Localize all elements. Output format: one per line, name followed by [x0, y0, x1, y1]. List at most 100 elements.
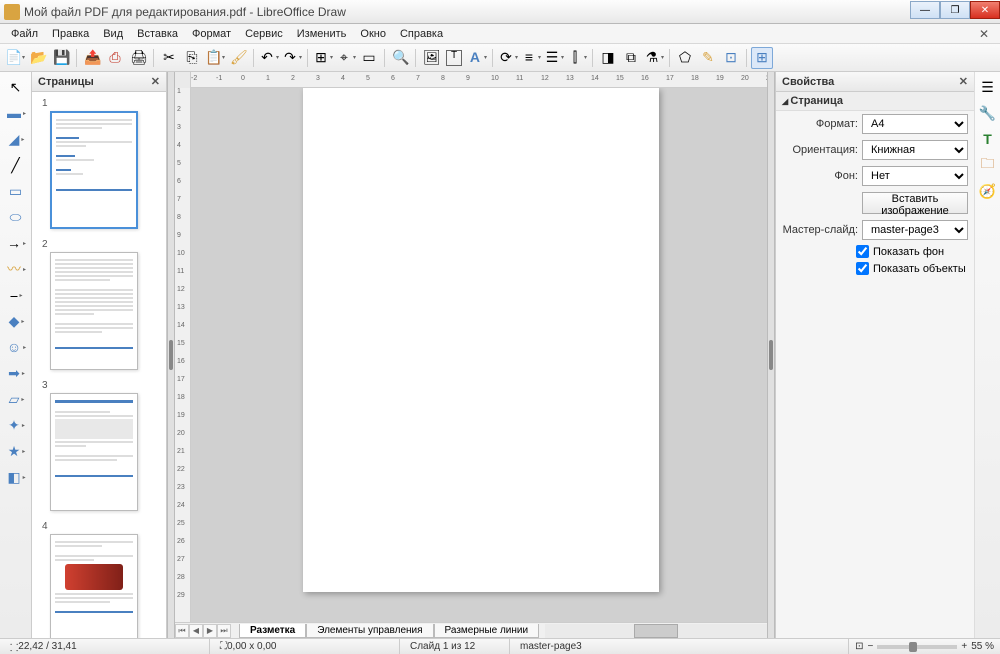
fill-color-tool[interactable]: ▬ — [4, 102, 28, 124]
background-select[interactable]: Нет — [862, 166, 968, 186]
line-color-tool[interactable]: ◢ — [4, 128, 28, 150]
extrusion-button[interactable]: ⬠ — [674, 47, 696, 69]
distribute-button[interactable]: ⫿ — [566, 47, 588, 69]
canvas[interactable] — [191, 88, 767, 622]
ellipse-tool[interactable]: ⬭ — [4, 206, 28, 228]
master-label: Мастер-слайд: — [782, 224, 858, 236]
pages-panel-close-icon[interactable]: ✕ — [151, 75, 160, 88]
paste-button[interactable]: 📋 — [204, 47, 226, 69]
menu-file[interactable]: Файл — [4, 26, 45, 42]
menu-tools[interactable]: Сервис — [238, 26, 290, 42]
maximize-button[interactable]: ❐ — [940, 1, 970, 19]
close-button[interactable]: ✕ — [970, 1, 1000, 19]
scrollbar-horizontal[interactable] — [545, 624, 767, 638]
properties-panel-close-icon[interactable]: ✕ — [959, 75, 968, 88]
canvas-area: -2-1012345678910111213141516171819202122… — [175, 72, 767, 638]
app-icon — [4, 4, 20, 20]
shadow-button[interactable]: ◨ — [597, 47, 619, 69]
arrange-button[interactable]: ☰ — [543, 47, 565, 69]
nav-first[interactable]: ⏮ — [175, 624, 189, 638]
edit-points-button[interactable]: ✎ — [697, 47, 719, 69]
menu-view[interactable]: Вид — [96, 26, 130, 42]
page-canvas[interactable] — [303, 88, 659, 592]
show-draw-functions-button[interactable]: ⊞ — [751, 47, 773, 69]
sidebar-navigator-icon[interactable]: 🧭 — [976, 180, 1000, 202]
textbox-button[interactable]: T — [443, 47, 465, 69]
crop-button[interactable]: ⧉ — [620, 47, 642, 69]
page-thumb-2[interactable]: 2 — [36, 239, 162, 370]
zoom-in-icon[interactable]: + — [961, 641, 967, 652]
zoom-slider[interactable] — [877, 645, 957, 649]
menu-insert[interactable]: Вставка — [130, 26, 185, 42]
section-page[interactable]: Страница — [776, 92, 974, 111]
menu-window[interactable]: Окно — [353, 26, 393, 42]
show-background-checkbox[interactable]: Показать фон — [856, 243, 974, 260]
stars-tool[interactable]: ★ — [4, 440, 28, 462]
page-thumb-3[interactable]: 3 — [36, 380, 162, 511]
connector-tool[interactable]: ⎯ — [4, 284, 28, 306]
menu-edit[interactable]: Правка — [45, 26, 96, 42]
callout-tool[interactable]: ✦ — [4, 414, 28, 436]
snap-button[interactable]: ⌖ — [335, 47, 357, 69]
zoom-fit-icon[interactable]: ⊡ — [855, 641, 863, 652]
nav-prev[interactable]: ◀ — [189, 624, 203, 638]
export-pdf-button[interactable]: ⎙ — [104, 47, 126, 69]
image-button[interactable]: 🖼 — [420, 47, 442, 69]
cut-button[interactable]: ✂ — [158, 47, 180, 69]
copy-button[interactable]: ⎘ — [181, 47, 203, 69]
menu-help[interactable]: Справка — [393, 26, 450, 42]
show-objects-checkbox[interactable]: Показать объекты — [856, 260, 974, 277]
nav-next[interactable]: ▶ — [203, 624, 217, 638]
minimize-button[interactable]: — — [910, 1, 940, 19]
splitter-right[interactable] — [767, 72, 775, 638]
tab-layout[interactable]: Разметка — [239, 624, 306, 638]
glue-points-button[interactable]: ⊡ — [720, 47, 742, 69]
flowchart-tool[interactable]: ▱ — [4, 388, 28, 410]
menu-format[interactable]: Формат — [185, 26, 238, 42]
status-slide: Слайд 1 из 12 — [400, 639, 510, 654]
orientation-select[interactable]: Книжная — [862, 140, 968, 160]
master-select[interactable]: master-page3 — [862, 220, 968, 240]
page-thumb-1[interactable]: 1 — [36, 98, 162, 229]
select-tool[interactable]: ↖ — [4, 76, 28, 98]
save-button[interactable]: 💾 — [50, 47, 72, 69]
sidebar-styles-icon[interactable]: T — [976, 128, 1000, 150]
toolbar: 📄 📂 💾 📤 ⎙ 🖨 ✂ ⎘ 📋 🖌 ↶ ↷ ⊞ ⌖ ▭ 🔍 🖼 T A ⟳ … — [0, 44, 1000, 72]
arrow-tool[interactable]: → — [4, 232, 28, 254]
block-arrows-tool[interactable]: ➡ — [4, 362, 28, 384]
format-select[interactable]: A4 — [862, 114, 968, 134]
grid-button[interactable]: ⊞ — [312, 47, 334, 69]
tab-dimlines[interactable]: Размерные линии — [434, 624, 540, 638]
zoom-control[interactable]: ⊡ − + 55 % — [849, 641, 1000, 652]
clone-button[interactable]: 🖌 — [227, 47, 249, 69]
3d-tool[interactable]: ◧ — [4, 466, 28, 488]
menu-modify[interactable]: Изменить — [290, 26, 354, 42]
new-button[interactable]: 📄 — [4, 47, 26, 69]
open-button[interactable]: 📂 — [27, 47, 49, 69]
fontwork-button[interactable]: A — [466, 47, 488, 69]
splitter-left[interactable] — [167, 72, 175, 638]
insert-image-button[interactable]: Вставить изображение — [862, 192, 968, 214]
align-button[interactable]: ≡ — [520, 47, 542, 69]
redo-button[interactable]: ↷ — [281, 47, 303, 69]
export-button[interactable]: 📤 — [81, 47, 103, 69]
undo-button[interactable]: ↶ — [258, 47, 280, 69]
sidebar-properties-icon[interactable]: 🔧 — [976, 102, 1000, 124]
basic-shapes-tool[interactable]: ◆ — [4, 310, 28, 332]
helplines-button[interactable]: ▭ — [358, 47, 380, 69]
rotate-button[interactable]: ⟳ — [497, 47, 519, 69]
tab-controls[interactable]: Элементы управления — [306, 624, 433, 638]
nav-last[interactable]: ⏭ — [217, 624, 231, 638]
filter-button[interactable]: ⚗ — [643, 47, 665, 69]
document-close-icon[interactable]: ✕ — [972, 25, 996, 43]
rect-tool[interactable]: ▭ — [4, 180, 28, 202]
line-tool[interactable]: ╱ — [4, 154, 28, 176]
zoom-button[interactable]: 🔍 — [389, 47, 411, 69]
sidebar-settings-icon[interactable]: ☰ — [976, 76, 1000, 98]
sidebar-gallery-icon[interactable]: 🗀 — [976, 154, 1000, 176]
curve-tool[interactable]: 〰 — [4, 258, 28, 280]
symbol-shapes-tool[interactable]: ☺ — [4, 336, 28, 358]
page-thumb-4[interactable]: 4 — [36, 521, 162, 638]
zoom-out-icon[interactable]: − — [868, 641, 874, 652]
print-button[interactable]: 🖨 — [127, 47, 149, 69]
